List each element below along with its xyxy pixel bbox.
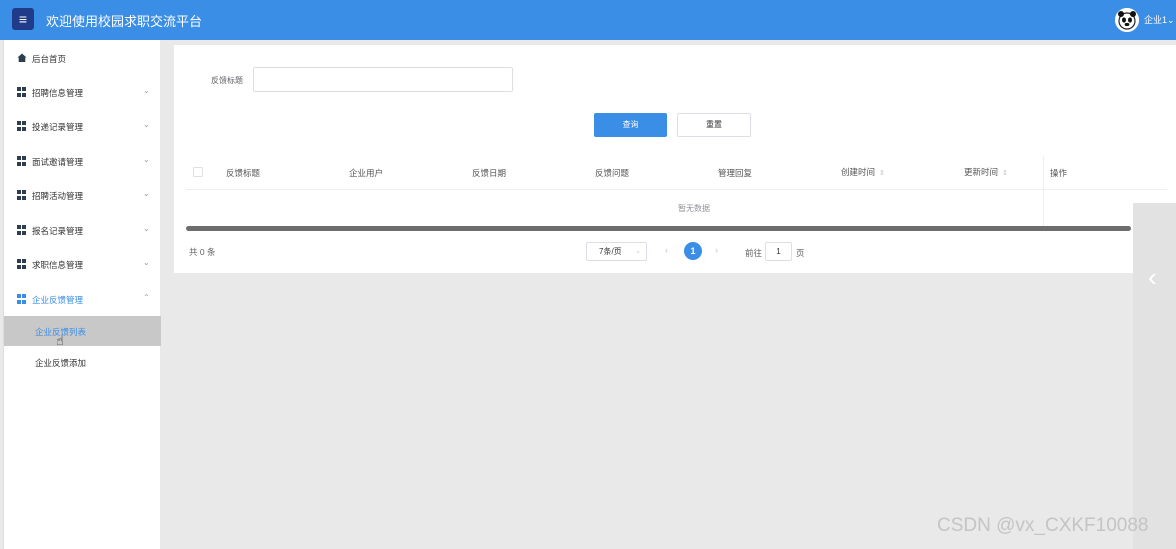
goto-label: 前往 — [745, 248, 763, 258]
chevron-down-icon: ⌄ — [635, 248, 641, 255]
column-header: 反馈标题 — [226, 168, 261, 178]
next-page-icon[interactable]: › — [715, 245, 718, 255]
reset-button[interactable]: 重置 — [677, 113, 751, 137]
chevron-up-icon: ⌃ — [143, 293, 150, 302]
grid-icon — [17, 259, 27, 269]
sort-icon[interactable]: ⇕ — [879, 169, 885, 177]
panda-avatar-icon — [1115, 8, 1139, 32]
sidebar-item-label: 面试邀请管理 — [32, 157, 84, 167]
chevron-left-icon[interactable]: ‹ — [1148, 262, 1157, 293]
app-title: 欢迎使用校园求职交流平台 — [46, 14, 203, 29]
column-header-label: 创建时间 — [841, 167, 876, 177]
column-header-sortable[interactable]: 创建时间 ⇕ — [841, 166, 885, 178]
hamburger-icon[interactable]: ≡ — [12, 8, 34, 30]
sidebar-item-label: 投递记录管理 — [32, 122, 84, 132]
sidebar-item-label: 招聘信息管理 — [32, 88, 84, 98]
sidebar: 后台首页 招聘信息管理 ⌄ 投递记录管理 ⌄ 面试邀请管理 ⌄ 招聘活动管理 ⌄… — [3, 40, 161, 549]
table-header — [186, 156, 1167, 190]
horizontal-scrollbar[interactable] — [186, 226, 1131, 231]
sidebar-item-label: 企业反馈管理 — [32, 295, 84, 305]
column-header-label: 更新时间 — [964, 167, 999, 177]
watermark: CSDN @vx_CXKF10088 — [937, 515, 1149, 536]
sidebar-subitem-label: 企业反馈添加 — [35, 358, 87, 368]
grid-icon — [17, 121, 27, 131]
filter-label: 反馈标题 — [211, 76, 243, 85]
empty-text: 暂无数据 — [678, 204, 710, 213]
column-header: 企业用户 — [349, 168, 384, 178]
chevron-down-icon: ⌄ — [1167, 15, 1175, 25]
column-header: 操作 — [1050, 168, 1068, 178]
hand-cursor-icon: ☝ — [56, 333, 64, 348]
chevron-down-icon: ⌄ — [143, 86, 150, 95]
chevron-down-icon: ⌄ — [143, 189, 150, 198]
sidebar-item-delivery-records[interactable]: 投递记录管理 ⌄ — [4, 111, 161, 141]
column-divider — [1043, 156, 1044, 228]
sidebar-item-label: 求职信息管理 — [32, 260, 84, 270]
goto-suffix: 页 — [796, 248, 805, 258]
right-side-panel — [1133, 203, 1176, 549]
feedback-title-input[interactable] — [253, 67, 513, 92]
sidebar-item-signup-records[interactable]: 报名记录管理 ⌄ — [4, 215, 161, 245]
sidebar-item-home[interactable]: 后台首页 — [4, 43, 161, 73]
sidebar-subitem-feedback-add[interactable]: 企业反馈添加 — [4, 347, 161, 377]
column-header: 管理回复 — [718, 168, 753, 178]
sidebar-item-feedback[interactable]: 企业反馈管理 ⌃ — [4, 284, 161, 314]
prev-page-icon[interactable]: ‹ — [665, 245, 668, 255]
goto-page-input[interactable]: 1 — [765, 242, 792, 261]
grid-icon — [17, 225, 27, 235]
sidebar-item-interview-invites[interactable]: 面试邀请管理 ⌄ — [4, 146, 161, 176]
home-icon — [17, 53, 27, 63]
column-header: 反馈问题 — [595, 168, 630, 178]
sidebar-subitem-feedback-list[interactable]: 企业反馈列表 — [4, 316, 161, 346]
user-menu[interactable]: 企业1⌄ — [1144, 13, 1175, 26]
top-header: ≡ 欢迎使用校园求职交流平台 企业1⌄ — [0, 0, 1176, 40]
grid-icon — [17, 190, 27, 200]
user-avatar[interactable] — [1115, 8, 1139, 32]
grid-icon — [17, 87, 27, 97]
sidebar-item-recruit-info[interactable]: 招聘信息管理 ⌄ — [4, 77, 161, 107]
sidebar-item-job-seeking[interactable]: 求职信息管理 ⌄ — [4, 249, 161, 279]
column-header-sortable[interactable]: 更新时间 ⇕ — [964, 166, 1008, 178]
chevron-down-icon: ⌄ — [143, 120, 150, 129]
grid-icon — [17, 294, 27, 304]
page-size-value: 7条/页 — [599, 247, 622, 256]
sidebar-item-recruit-events[interactable]: 招聘活动管理 ⌄ — [4, 180, 161, 210]
chevron-down-icon: ⌄ — [143, 224, 150, 233]
sidebar-item-label: 招聘活动管理 — [32, 191, 84, 201]
select-all-checkbox[interactable] — [193, 167, 203, 177]
sort-icon[interactable]: ⇕ — [1002, 169, 1008, 177]
chevron-down-icon: ⌄ — [143, 258, 150, 267]
user-name: 企业1 — [1144, 15, 1168, 25]
sidebar-item-label: 后台首页 — [32, 54, 67, 64]
page-size-select[interactable]: 7条/页 ⌄ — [586, 242, 647, 261]
grid-icon — [17, 156, 27, 166]
query-button[interactable]: 查询 — [594, 113, 667, 137]
chevron-down-icon: ⌄ — [143, 155, 150, 164]
column-header: 反馈日期 — [472, 168, 507, 178]
sidebar-item-label: 报名记录管理 — [32, 226, 84, 236]
total-count: 共 0 条 — [189, 247, 216, 257]
page-number[interactable]: 1 — [684, 242, 702, 260]
